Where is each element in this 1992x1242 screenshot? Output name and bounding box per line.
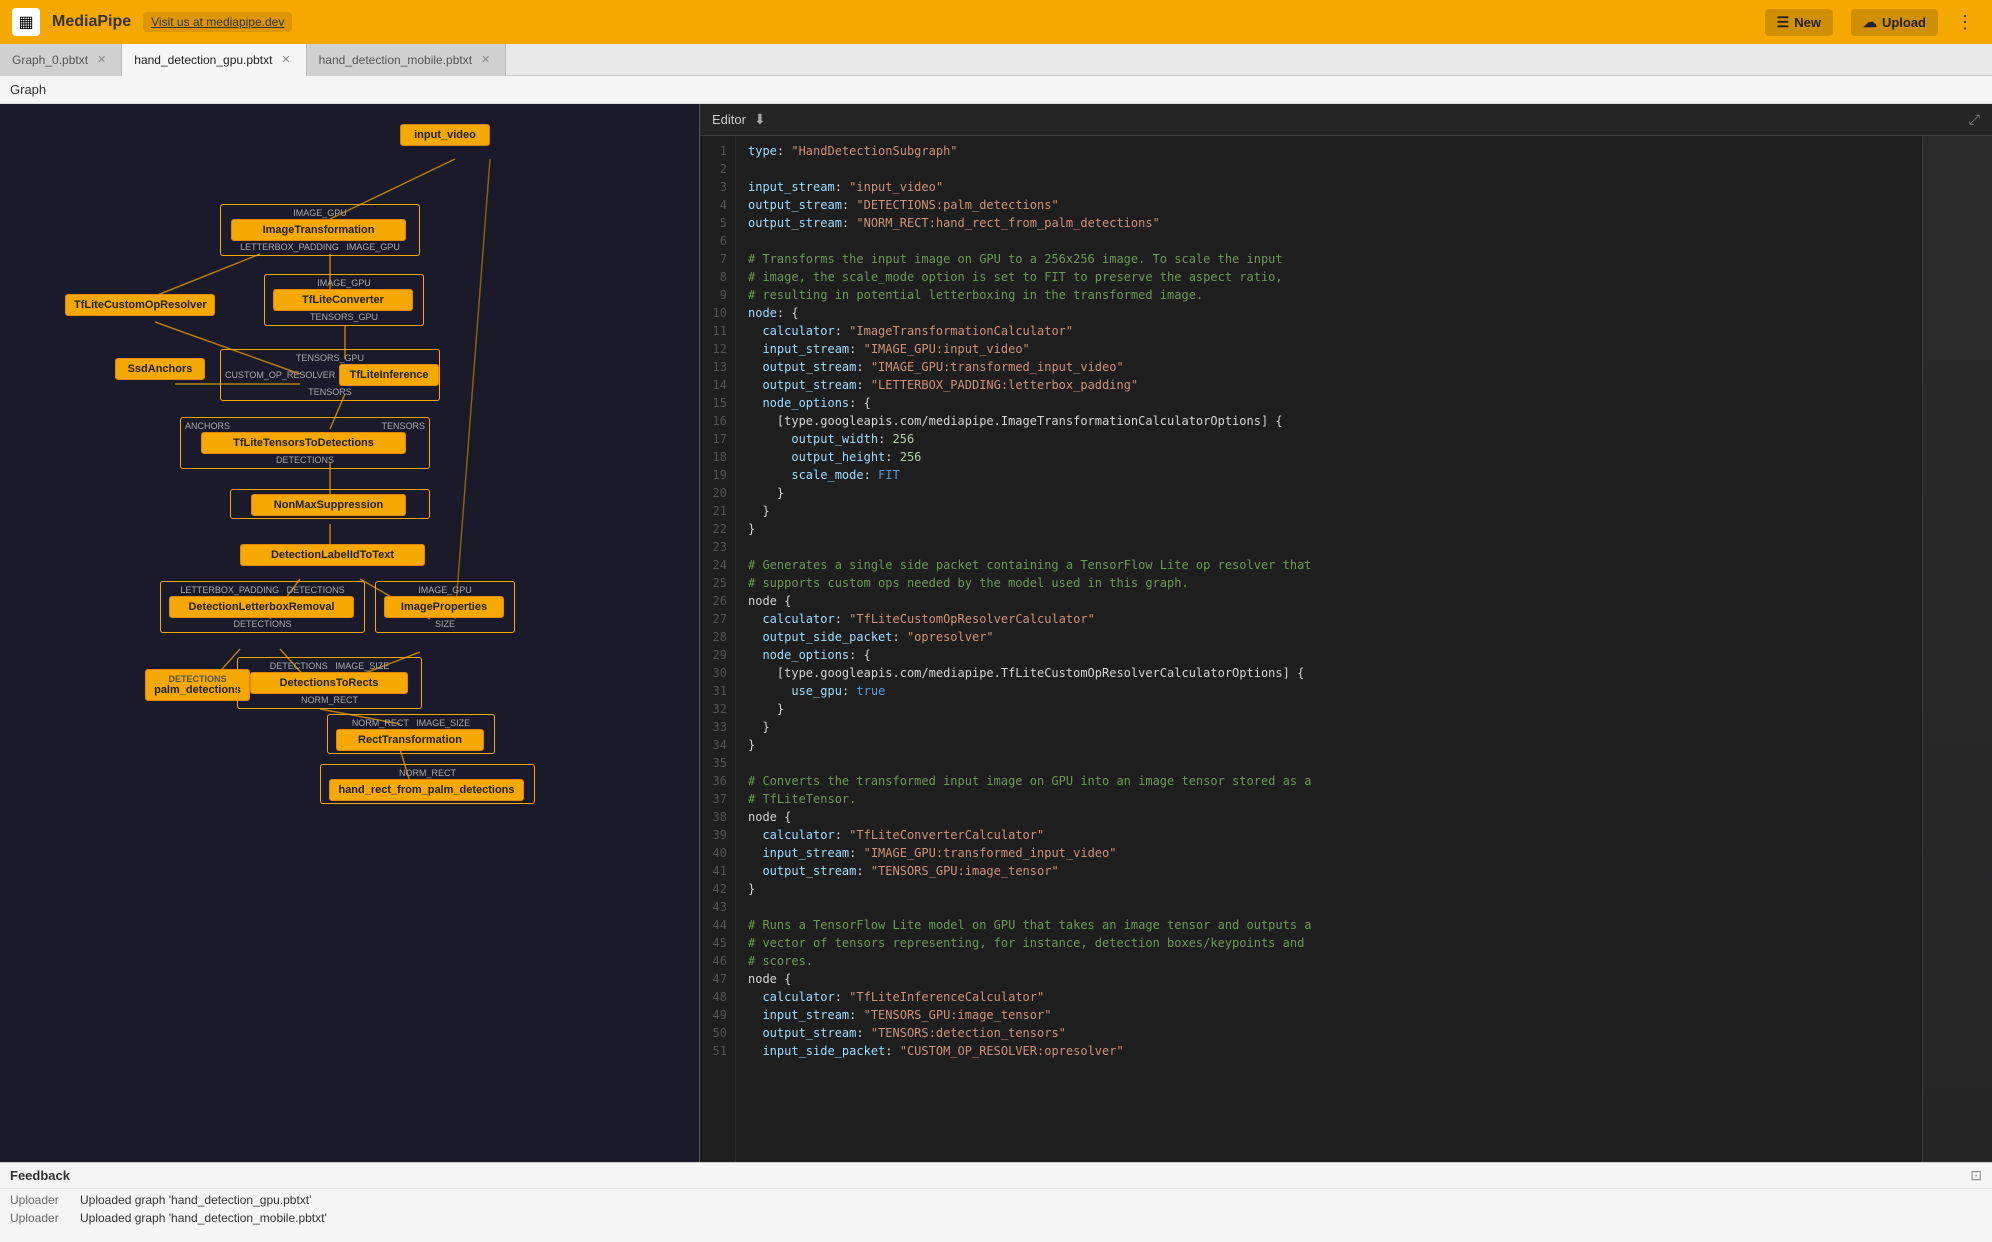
- header: ▦ MediaPipe Visit us at mediapipe.dev ☰ …: [0, 0, 1992, 44]
- feedback-title: Feedback: [10, 1168, 70, 1183]
- node-hand-rect-container: NORM_RECT hand_rect_from_palm_detections: [320, 764, 535, 804]
- node-tflite-converter-container: IMAGE_GPU TfLiteConverter TENSORS_GPU: [264, 274, 424, 326]
- node-detection-letterbox-removal[interactable]: DetectionLetterboxRemoval: [169, 596, 354, 618]
- tab-graph0[interactable]: Graph_0.pbtxt ✕: [0, 44, 122, 76]
- graph-connections-svg: [0, 104, 699, 1162]
- editor-panel: Editor ⬇ ⤢ 12345678910111213141516171819…: [700, 104, 1992, 1162]
- editor-header: Editor ⬇ ⤢: [700, 104, 1992, 136]
- node-non-max-suppression-container: NonMaxSuppression: [230, 489, 430, 519]
- subtoolbar: Graph: [0, 76, 1992, 104]
- node-image-properties[interactable]: ImageProperties: [384, 596, 504, 618]
- logo-icon: ▦: [12, 8, 40, 36]
- log-source: Uploader: [10, 1193, 70, 1207]
- tabs-bar: Graph_0.pbtxt ✕ hand_detection_gpu.pbtxt…: [0, 44, 1992, 76]
- main-content: ⊡: [0, 104, 1992, 1162]
- upload-button[interactable]: ☁ Upload: [1851, 9, 1938, 36]
- log-row: Uploader Uploaded graph 'hand_detection_…: [0, 1209, 1992, 1227]
- node-tflite-inference-container: TENSORS_GPU CUSTOM_OP_RESOLVER TfLiteInf…: [220, 349, 440, 401]
- tab-hand-detection-mobile[interactable]: hand_detection_mobile.pbtxt ✕: [307, 44, 507, 76]
- node-ssd-anchors[interactable]: SsdAnchors: [115, 358, 205, 380]
- node-rect-transformation[interactable]: RectTransformation: [336, 729, 484, 751]
- node-detections-to-rects-container: DETECTIONS IMAGE_SIZE DetectionsToRects …: [237, 657, 422, 709]
- menu-icon: ☰: [1777, 14, 1790, 31]
- graph-canvas[interactable]: input_video IMAGE_GPU ImageTransformatio…: [0, 104, 699, 1162]
- new-label: New: [1794, 15, 1821, 30]
- editor-scrollbar[interactable]: [1922, 136, 1992, 1162]
- graph-label: Graph: [10, 82, 46, 97]
- tab-close-hand-mobile[interactable]: ✕: [478, 52, 493, 67]
- tab-hand-detection-gpu[interactable]: hand_detection_gpu.pbtxt ✕: [122, 44, 306, 76]
- node-tflite-tensors-to-detections[interactable]: TfLiteTensorsToDetections: [201, 432, 406, 454]
- node-image-transformation[interactable]: ImageTransformation: [231, 219, 406, 241]
- log-source: Uploader: [10, 1211, 70, 1225]
- log-message: Uploaded graph 'hand_detection_mobile.pb…: [80, 1211, 327, 1225]
- editor-panel-close[interactable]: ⤢: [1969, 111, 1980, 128]
- node-image-transformation-container: IMAGE_GPU ImageTransformation LETTERBOX_…: [220, 204, 420, 256]
- editor-title: Editor: [712, 112, 746, 127]
- feedback-close-button[interactable]: ⊡: [1970, 1167, 1982, 1184]
- more-options-button[interactable]: ⋮: [1950, 8, 1980, 37]
- feedback-header: Feedback ⊡: [0, 1163, 1992, 1189]
- node-tflite-converter[interactable]: TfLiteConverter: [273, 289, 413, 311]
- tab-label: hand_detection_mobile.pbtxt: [319, 53, 472, 67]
- node-rect-transformation-container: NORM_RECT IMAGE_SIZE RectTransformation: [327, 714, 495, 754]
- node-tflite-custom-op-resolver[interactable]: TfLiteCustomOpResolver: [65, 294, 215, 316]
- tab-label: Graph_0.pbtxt: [12, 53, 88, 67]
- download-icon[interactable]: ⬇: [754, 111, 766, 128]
- tab-close-hand-gpu[interactable]: ✕: [278, 52, 293, 67]
- node-tflite-inference[interactable]: TfLiteInference: [339, 364, 439, 386]
- node-image-properties-container: IMAGE_GPU ImageProperties SIZE: [375, 581, 515, 633]
- code-editor[interactable]: type: "HandDetectionSubgraph" input_stre…: [736, 136, 1922, 1162]
- feedback-log: Uploader Uploaded graph 'hand_detection_…: [0, 1189, 1992, 1242]
- node-tensors-to-detections-container: ANCHORSTENSORS TfLiteTensorsToDetections…: [180, 417, 430, 469]
- node-detections-to-rects[interactable]: DetectionsToRects: [250, 672, 408, 694]
- node-palm-detections[interactable]: DETECTIONS palm_detections: [145, 669, 250, 701]
- node-non-max-suppression[interactable]: NonMaxSuppression: [251, 494, 406, 516]
- graph-panel: ⊡: [0, 104, 700, 1162]
- editor-content[interactable]: 1234567891011121314151617181920212223242…: [700, 136, 1992, 1162]
- upload-icon: ☁: [1863, 14, 1877, 31]
- log-message: Uploaded graph 'hand_detection_gpu.pbtxt…: [80, 1193, 311, 1207]
- node-input-video[interactable]: input_video: [400, 124, 490, 146]
- node-detection-letterbox-removal-container: LETTERBOX_PADDING DETECTIONS DetectionLe…: [160, 581, 365, 633]
- visit-link[interactable]: Visit us at mediapipe.dev: [143, 12, 292, 32]
- feedback-bar: Feedback ⊡ Uploader Uploaded graph 'hand…: [0, 1162, 1992, 1242]
- app-name: MediaPipe: [52, 13, 131, 31]
- node-hand-rect-from-palm-detections[interactable]: hand_rect_from_palm_detections: [329, 779, 524, 801]
- upload-label: Upload: [1882, 15, 1926, 30]
- node-detection-label-id-to-text[interactable]: DetectionLabelIdToText: [240, 544, 425, 566]
- new-button[interactable]: ☰ New: [1765, 9, 1833, 36]
- log-row: Uploader Uploaded graph 'hand_detection_…: [0, 1191, 1992, 1209]
- tab-close-graph0[interactable]: ✕: [94, 52, 109, 67]
- line-numbers: 1234567891011121314151617181920212223242…: [700, 136, 736, 1162]
- tab-label: hand_detection_gpu.pbtxt: [134, 53, 272, 67]
